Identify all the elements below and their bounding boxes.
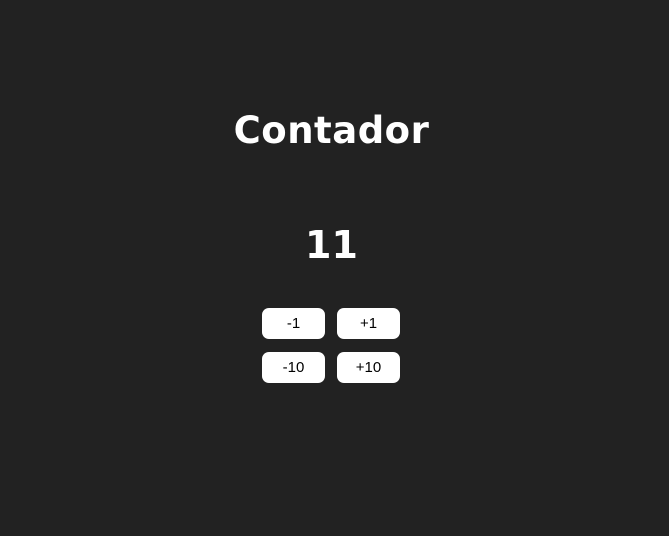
increment-10-button[interactable]: +10 [337,352,400,383]
increment-1-button[interactable]: +1 [337,308,400,339]
counter-page: Contador 11 -1 +1 -10 +10 [0,0,669,536]
page-title: Contador [233,109,430,152]
decrement-1-button[interactable]: -1 [262,308,325,339]
counter-value: 11 [305,223,358,267]
decrement-10-button[interactable]: -10 [262,352,325,383]
